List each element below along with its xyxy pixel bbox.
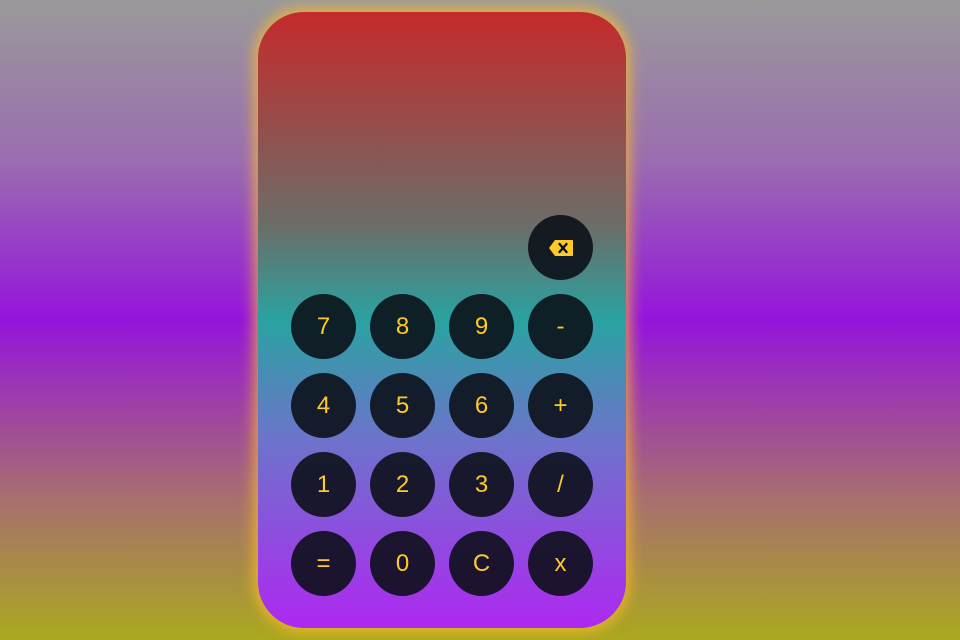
- key-multiply[interactable]: x: [528, 531, 593, 596]
- calculator-display: [288, 42, 596, 202]
- key-0[interactable]: 0: [370, 531, 435, 596]
- key-minus[interactable]: -: [528, 294, 593, 359]
- key-3[interactable]: 3: [449, 452, 514, 517]
- key-4[interactable]: 4: [291, 373, 356, 438]
- key-7[interactable]: 7: [291, 294, 356, 359]
- key-clear[interactable]: C: [449, 531, 514, 596]
- key-8[interactable]: 8: [370, 294, 435, 359]
- key-divide[interactable]: /: [528, 452, 593, 517]
- key-6[interactable]: 6: [449, 373, 514, 438]
- key-plus[interactable]: +: [528, 373, 593, 438]
- key-1[interactable]: 1: [291, 452, 356, 517]
- calculator: 7 8 9 - 4 5 6 + 1 2 3 / = 0 C x: [258, 12, 626, 628]
- key-2[interactable]: 2: [370, 452, 435, 517]
- backspace-icon: [548, 239, 574, 257]
- key-9[interactable]: 9: [449, 294, 514, 359]
- key-5[interactable]: 5: [370, 373, 435, 438]
- key-equals[interactable]: =: [291, 531, 356, 596]
- backspace-button[interactable]: [528, 215, 593, 280]
